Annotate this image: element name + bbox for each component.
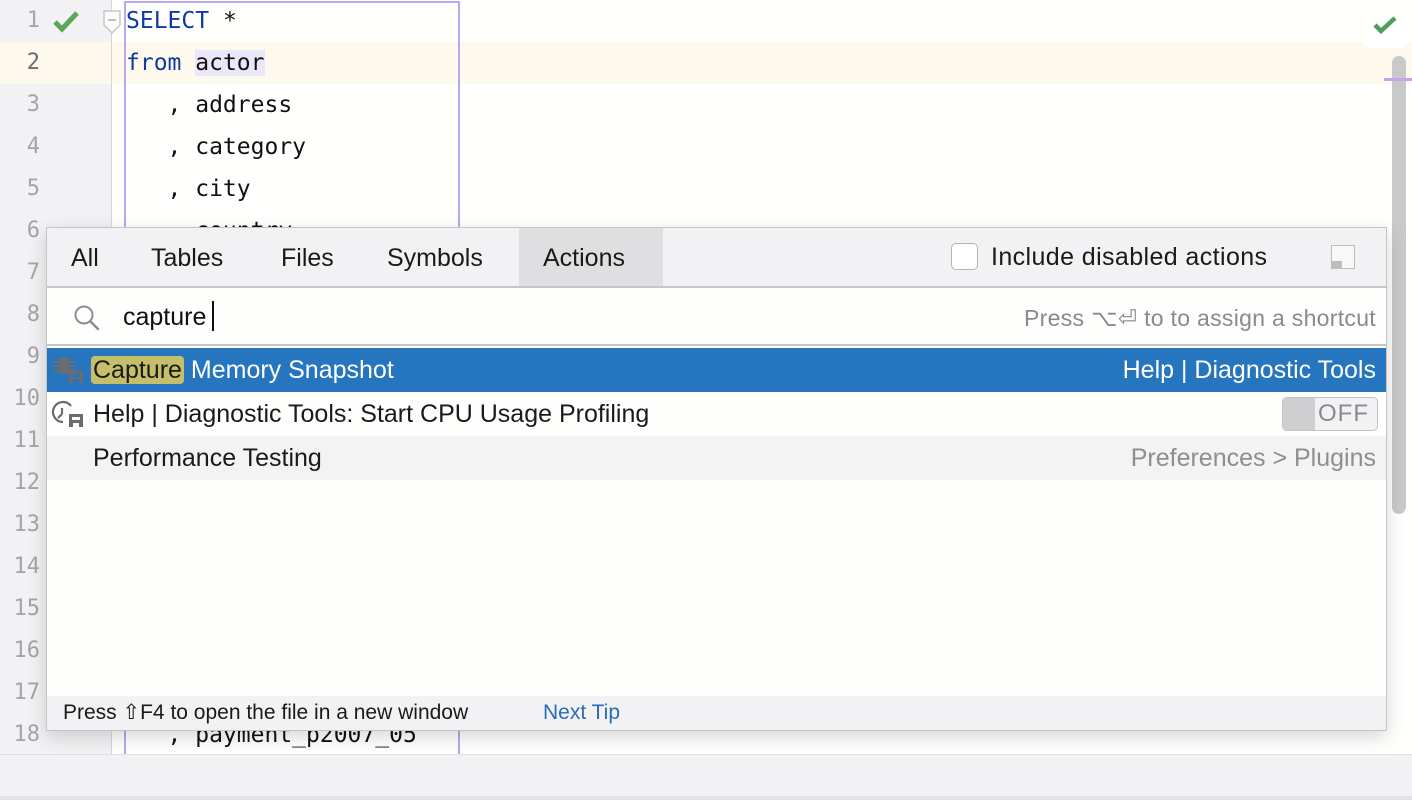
pin-window-icon[interactable]: [1331, 245, 1355, 269]
code-line: from actor: [126, 42, 265, 84]
inspection-ok-icon[interactable]: [1372, 14, 1398, 36]
code-line: , address: [126, 92, 293, 118]
tab-actions[interactable]: Actions: [519, 228, 663, 286]
check-icon: [53, 11, 79, 33]
line-number: 11: [13, 428, 41, 453]
code-text: *: [209, 8, 237, 34]
line-number: 4: [26, 134, 40, 159]
fold-collapse-icon[interactable]: [102, 10, 122, 36]
inspection-widget[interactable]: [1364, 36, 1408, 48]
line-number: 6: [26, 218, 40, 243]
line-number: 13: [13, 512, 41, 537]
line-number: 17: [13, 680, 41, 705]
toggle-knob: [1283, 398, 1315, 430]
line-number: 18: [13, 722, 41, 747]
tab-symbols[interactable]: Symbols: [363, 228, 507, 286]
result-item-performance-testing[interactable]: Performance Testing Preferences > Plugin…: [47, 436, 1386, 480]
next-tip-link[interactable]: Next Tip: [543, 696, 620, 730]
tab-files[interactable]: Files: [257, 228, 358, 286]
line-number: 9: [26, 344, 40, 369]
search-tabs: All Tables Files Symbols Actions Include…: [47, 228, 1386, 288]
search-query: capture: [123, 303, 207, 331]
cpu-profiling-icon: [51, 400, 83, 427]
text-caret: [212, 301, 215, 331]
result-label: Capture Memory Snapshot: [91, 348, 394, 392]
search-input[interactable]: capture: [123, 288, 215, 346]
line-number: 3: [26, 92, 40, 117]
line-number: 5: [26, 176, 40, 201]
result-item-capture-memory-snapshot[interactable]: Capture Memory Snapshot Help | Diagnosti…: [47, 348, 1386, 392]
result-label: Performance Testing: [93, 444, 322, 472]
code-line: , city: [126, 176, 251, 202]
line-number: 16: [13, 638, 41, 663]
toggle-state: OFF: [1318, 400, 1369, 427]
search-everywhere-popup: All Tables Files Symbols Actions Include…: [46, 227, 1387, 731]
result-label: Help | Diagnostic Tools: Start CPU Usage…: [93, 400, 650, 428]
match-highlight: Capture: [91, 356, 184, 384]
include-disabled-checkbox[interactable]: [951, 243, 978, 270]
search-icon: [74, 305, 100, 331]
sql-keyword: SELECT: [126, 8, 210, 34]
tip-text: Press ⇧F4 to open the file in a new wind…: [63, 701, 469, 724]
tip-footer: Press ⇧F4 to open the file in a new wind…: [47, 696, 1386, 730]
line-number: 1: [26, 8, 40, 33]
highlighted-identifier: actor: [195, 50, 265, 76]
result-label-rest: Memory Snapshot: [183, 356, 394, 384]
line-number: 12: [13, 470, 41, 495]
tab-all[interactable]: All: [47, 228, 123, 286]
result-item-start-cpu-profiling[interactable]: Help | Diagnostic Tools: Start CPU Usage…: [47, 392, 1386, 436]
code-line: , category: [126, 134, 307, 160]
vertical-scrollbar[interactable]: [1392, 56, 1406, 514]
line-number: 14: [13, 554, 41, 579]
code-line: SELECT *: [126, 0, 237, 42]
line-number: 2: [26, 50, 40, 75]
line-number: 7: [26, 260, 40, 285]
status-bar-border: [0, 796, 1412, 800]
line-number: 10: [13, 386, 41, 411]
line-number: 15: [13, 596, 41, 621]
search-row: capture Press ⌥⏎ to to assign a shortcut: [47, 288, 1386, 346]
line-number: 8: [26, 302, 40, 327]
status-bar: [0, 754, 1412, 800]
include-disabled-label[interactable]: Include disabled actions: [991, 228, 1267, 286]
shortcut-hint: Press ⌥⏎ to to assign a shortcut: [1024, 305, 1376, 331]
tab-tables[interactable]: Tables: [127, 228, 247, 286]
cpu-profiling-toggle[interactable]: OFF: [1282, 397, 1378, 431]
result-location: Help | Diagnostic Tools: [1122, 356, 1376, 384]
memory-snapshot-icon: [53, 358, 83, 383]
result-location: Preferences > Plugins: [1130, 444, 1376, 472]
sql-keyword: from: [126, 50, 182, 76]
caret-position-marker: [1384, 78, 1412, 81]
